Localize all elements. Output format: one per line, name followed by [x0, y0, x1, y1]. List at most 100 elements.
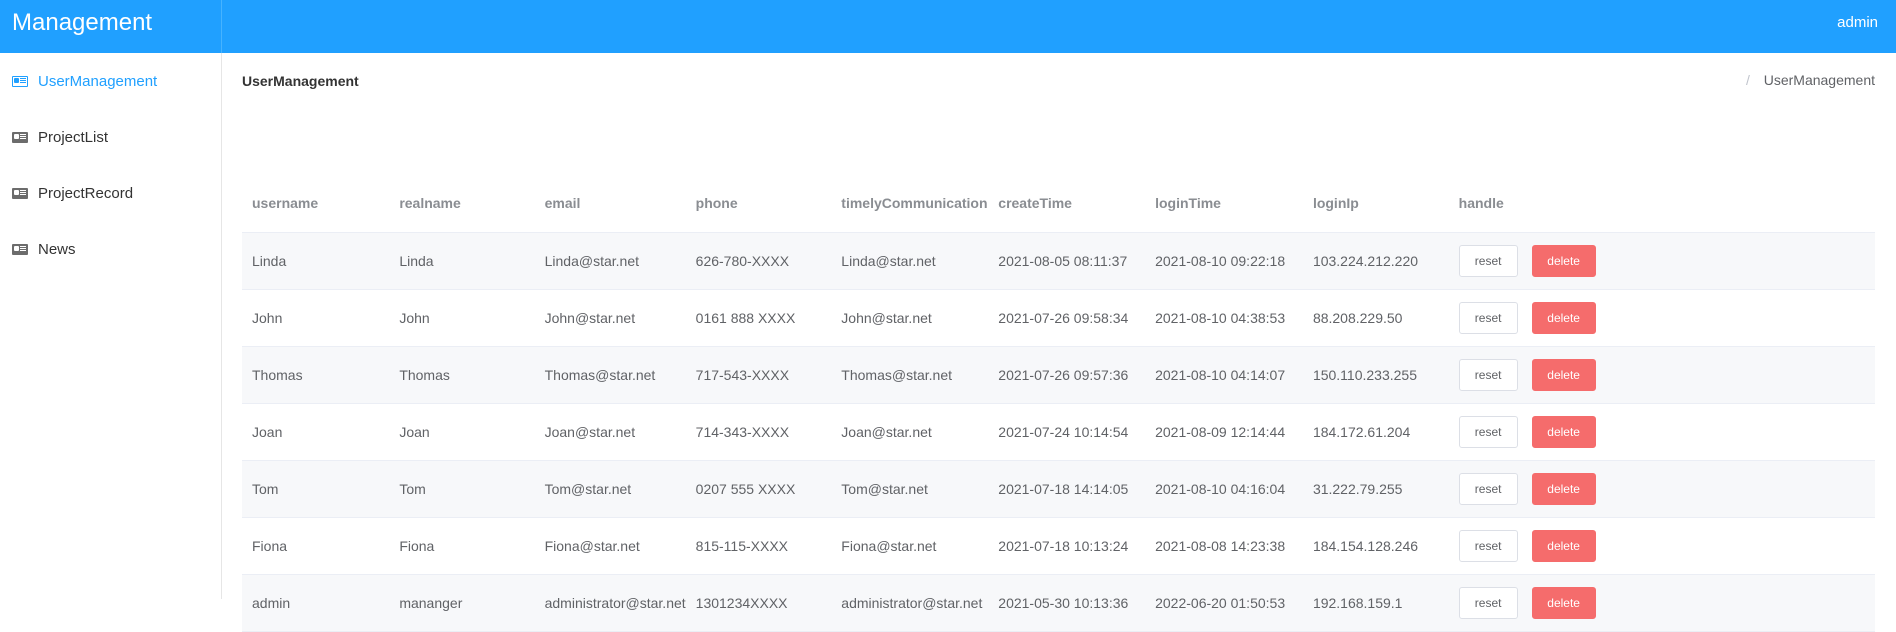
- cell-username: John: [242, 289, 390, 347]
- cell-phone: 0207 555 XXXX: [685, 460, 832, 518]
- column-header: handle: [1448, 175, 1875, 233]
- table-row[interactable]: Thomas Thomas Thomas@star.net 717-543-XXXX T…: [242, 346, 1875, 404]
- cell-createTime: 2021-05-30 10:13:36: [988, 574, 1146, 632]
- sidebar-item-label: ProjectRecord: [38, 184, 134, 202]
- reset-button[interactable]: reset: [1458, 358, 1518, 391]
- reset-button[interactable]: reset: [1458, 415, 1518, 448]
- sidebar-item-usermanagement[interactable]: UserManagement: [0, 53, 221, 109]
- cell-phone: 714-343-XXXX: [685, 403, 832, 461]
- column-header[interactable]: phone: [685, 175, 832, 233]
- table-header-row: username realname email phone timelyComm…: [242, 175, 1875, 233]
- table-row[interactable]: Joan Joan Joan@star.net 714-343-XXXX Joan@st…: [242, 403, 1875, 461]
- id-card-icon: [12, 75, 28, 87]
- cell-loginTime: 2021-08-09 12:14:44: [1145, 403, 1303, 461]
- cell-createTime: 2021-07-24 10:14:54: [988, 403, 1146, 461]
- column-header[interactable]: timelyCommunication: [831, 175, 989, 233]
- cell-loginTime: 2021-08-10 04:38:53: [1145, 289, 1303, 347]
- cell-realname: Linda: [389, 232, 535, 290]
- cell-timelyCommunication: administrator@star.net: [831, 574, 989, 632]
- cell-realname: Fiona: [389, 517, 535, 575]
- cell-loginTime: 2021-08-10 09:22:18: [1145, 232, 1303, 290]
- app-title: Management: [0, 0, 222, 53]
- cell-username: Linda: [242, 232, 390, 290]
- cell-phone: 626-780-XXXX: [685, 232, 832, 290]
- page-title: UserManagement: [242, 73, 359, 89]
- cell-loginTime: 2021-08-08 14:23:38: [1145, 517, 1303, 575]
- sidebar-item-label: News: [38, 240, 76, 258]
- id-card-icon: [12, 131, 28, 143]
- delete-button[interactable]: delete: [1531, 586, 1596, 619]
- reset-button[interactable]: reset: [1458, 586, 1518, 619]
- column-header[interactable]: email: [534, 175, 686, 233]
- cell-timelyCommunication: Joan@star.net: [831, 403, 989, 461]
- reset-button[interactable]: reset: [1458, 472, 1518, 505]
- breadcrumb-current: UserManagement: [1763, 72, 1875, 88]
- cell-realname: Joan: [389, 403, 535, 461]
- cell-phone: 815-115-XXXX: [685, 517, 832, 575]
- top-header: Management admin: [0, 0, 1896, 53]
- cell-username: Joan: [242, 403, 390, 461]
- reset-button[interactable]: reset: [1458, 529, 1518, 562]
- id-card-icon: [12, 187, 28, 199]
- delete-button[interactable]: delete: [1531, 358, 1596, 391]
- cell-createTime: 2021-07-18 10:13:24: [988, 517, 1146, 575]
- column-header[interactable]: realname: [389, 175, 535, 233]
- cell-email: Linda@star.net: [534, 232, 686, 290]
- sidebar: UserManagement ProjectList ProjectRecord…: [0, 53, 222, 599]
- sidebar-item-label: ProjectList: [38, 128, 109, 146]
- cell-realname: Thomas: [389, 346, 535, 404]
- cell-loginIp: 88.208.229.50: [1302, 289, 1449, 347]
- cell-handle: reset delete: [1448, 289, 1875, 347]
- cell-loginIp: 31.222.79.255: [1302, 460, 1449, 518]
- cell-timelyCommunication: John@star.net: [831, 289, 989, 347]
- table-row[interactable]: Tom Tom Tom@star.net 0207 555 XXXX Tom@star.…: [242, 460, 1875, 518]
- column-header[interactable]: createTime: [988, 175, 1146, 233]
- reset-button[interactable]: reset: [1458, 244, 1518, 277]
- table-body: Linda Linda Linda@star.net 626-780-XXXX Lind…: [242, 232, 1875, 632]
- cell-createTime: 2021-07-26 09:57:36: [988, 346, 1146, 404]
- reset-button[interactable]: reset: [1458, 301, 1518, 334]
- cell-handle: reset delete: [1448, 346, 1875, 404]
- cell-loginIp: 103.224.212.220: [1302, 232, 1449, 290]
- cell-email: administrator@star.net: [534, 574, 686, 632]
- column-header[interactable]: username: [242, 175, 390, 233]
- cell-loginIp: 150.110.233.255: [1302, 346, 1449, 404]
- delete-button[interactable]: delete: [1531, 472, 1596, 505]
- cell-loginTime: 2021-08-10 04:14:07: [1145, 346, 1303, 404]
- delete-button[interactable]: delete: [1531, 301, 1596, 334]
- cell-realname: mananger: [389, 574, 535, 632]
- cell-email: Joan@star.net: [534, 403, 686, 461]
- cell-loginIp: 184.172.61.204: [1302, 403, 1449, 461]
- table-row[interactable]: Fiona Fiona Fiona@star.net 815-115-XXXX Fion…: [242, 517, 1875, 575]
- cell-username: admin: [242, 574, 390, 632]
- cell-createTime: 2021-07-26 09:58:34: [988, 289, 1146, 347]
- sidebar-item-projectrecord[interactable]: ProjectRecord: [0, 165, 221, 221]
- main-content: UserManagement / UserManagement username…: [223, 53, 1896, 632]
- delete-button[interactable]: delete: [1531, 529, 1596, 562]
- sidebar-item-projectlist[interactable]: ProjectList: [0, 109, 221, 165]
- cell-phone: 0161 888 XXXX: [685, 289, 832, 347]
- table-row[interactable]: John John John@star.net 0161 888 XXXX John@s…: [242, 289, 1875, 347]
- cell-createTime: 2021-07-18 14:14:05: [988, 460, 1146, 518]
- sidebar-item-news[interactable]: News: [0, 221, 221, 277]
- cell-email: John@star.net: [534, 289, 686, 347]
- breadcrumb-separator: /: [1745, 72, 1750, 88]
- cell-loginTime: 2022-06-20 01:50:53: [1145, 574, 1303, 632]
- column-header[interactable]: loginIp: [1302, 175, 1449, 233]
- table-row[interactable]: admin mananger administrator@star.net 13012…: [242, 574, 1875, 632]
- user-table: username realname email phone timelyComm…: [242, 175, 1875, 632]
- cell-email: Fiona@star.net: [534, 517, 686, 575]
- cell-timelyCommunication: Fiona@star.net: [831, 517, 989, 575]
- column-header[interactable]: loginTime: [1145, 175, 1303, 233]
- cell-loginIp: 192.168.159.1: [1302, 574, 1449, 632]
- delete-button[interactable]: delete: [1531, 244, 1596, 277]
- cell-username: Fiona: [242, 517, 390, 575]
- cell-username: Tom: [242, 460, 390, 518]
- user-menu[interactable]: admin: [1837, 0, 1878, 46]
- delete-button[interactable]: delete: [1531, 415, 1596, 448]
- cell-email: Thomas@star.net: [534, 346, 686, 404]
- table-row[interactable]: Linda Linda Linda@star.net 626-780-XXXX Lind…: [242, 232, 1875, 290]
- cell-handle: reset delete: [1448, 232, 1875, 290]
- cell-email: Tom@star.net: [534, 460, 686, 518]
- cell-handle: reset delete: [1448, 574, 1875, 632]
